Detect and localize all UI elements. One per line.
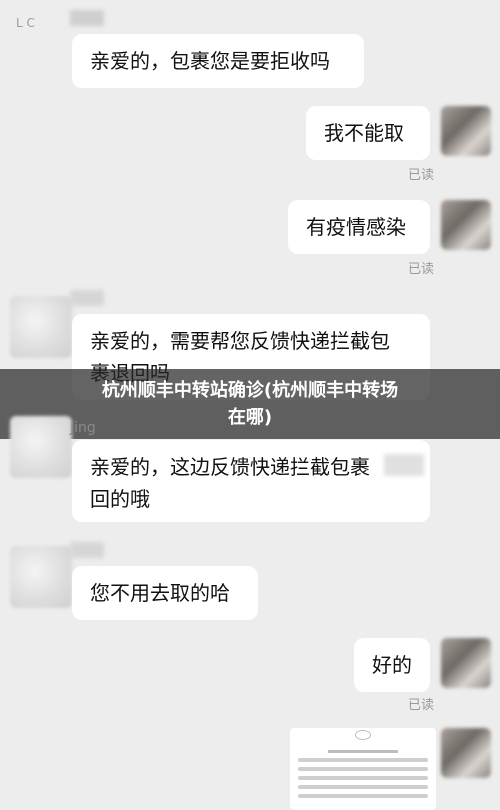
text-line <box>298 785 428 789</box>
message-bubble-sent[interactable]: 有疫情感染 <box>288 200 430 254</box>
message-text: 好的 <box>372 653 412 677</box>
blurred-name <box>70 542 104 558</box>
seal-icon <box>355 730 371 740</box>
text-line <box>298 758 428 762</box>
message-text: 我不能取 <box>324 121 404 145</box>
message-text: 回的哦 <box>90 487 150 511</box>
message-text: 亲爱的，包裹您是要拒收吗 <box>90 49 330 73</box>
avatar-self[interactable] <box>441 728 491 778</box>
message-text: 亲爱的，这边反馈快递拦截包裹 <box>90 455 370 479</box>
avatar-other[interactable] <box>10 416 72 478</box>
message-text: 有疫情感染 <box>306 215 406 239</box>
text-line <box>298 767 428 771</box>
blurred-patch <box>384 454 424 476</box>
message-bubble-received[interactable]: 您不用去取的哈 <box>72 566 258 620</box>
text-line <box>298 794 428 798</box>
message-bubble-received[interactable]: 亲爱的，这边反馈快递拦截包裹 回的哦 <box>72 440 430 522</box>
avatar-other[interactable] <box>10 546 72 608</box>
blurred-name <box>70 10 104 26</box>
message-text: 亲爱的，需要帮您反馈快递拦截包 <box>90 329 390 353</box>
message-bubble-sent[interactable]: 我不能取 <box>306 106 430 160</box>
message-text: 您不用去取的哈 <box>90 581 230 605</box>
avatar-other[interactable] <box>10 296 72 358</box>
avatar-self[interactable] <box>441 638 491 688</box>
read-status: 已读 <box>407 698 434 713</box>
avatar-self[interactable] <box>441 106 491 156</box>
image-message[interactable] <box>290 728 436 810</box>
blurred-name <box>70 290 104 306</box>
sender-name: Jing <box>70 420 96 436</box>
message-bubble-received[interactable]: 亲爱的，包裹您是要拒收吗 <box>72 34 364 88</box>
message-bubble-sent[interactable]: 好的 <box>354 638 430 692</box>
avatar-self[interactable] <box>441 200 491 250</box>
read-status: 已读 <box>407 262 434 277</box>
text-line <box>298 776 428 780</box>
caption-line: 杭州顺丰中转站确诊(杭州顺丰中转场 <box>101 380 399 401</box>
notice-header <box>328 750 398 753</box>
sender-name-partial: L C <box>16 16 35 30</box>
read-status: 已读 <box>407 168 434 183</box>
